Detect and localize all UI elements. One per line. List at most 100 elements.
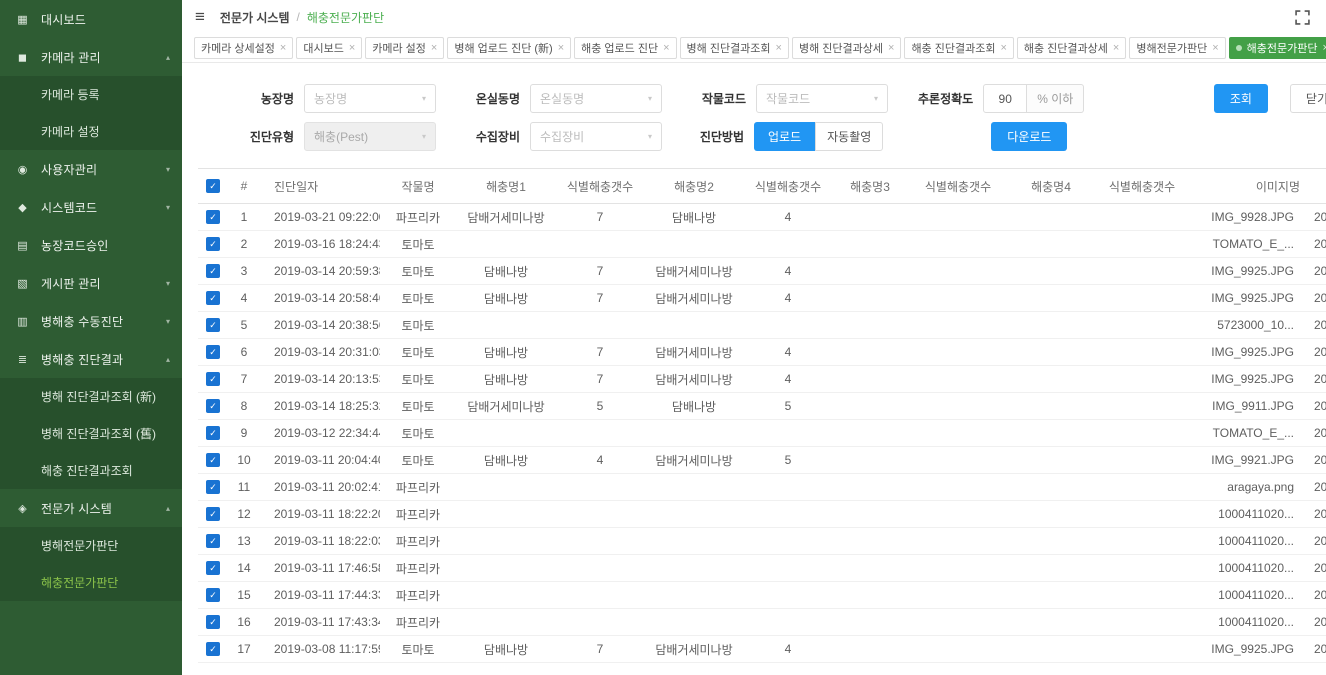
row-checkbox[interactable] [206,561,220,575]
auto-capture-method-button[interactable]: 자동촬영 [815,122,883,151]
hamburger-menu-icon[interactable]: ≡ [195,7,205,27]
table-row[interactable]: 152019-03-11 17:44:33파프리카1000411020...20… [198,582,1326,609]
sidebar-item-2[interactable]: ◉사용자관리▾ [0,150,182,188]
sidebar-item-8[interactable]: ◈전문가 시스템▴ [0,489,182,527]
table-row[interactable]: 22019-03-16 18:24:43토마토TOMATO_E_...2019 [198,231,1326,258]
cell [644,231,744,258]
table-row[interactable]: 132019-03-11 18:22:03파프리카1000411020...20… [198,528,1326,555]
table-row[interactable]: 112019-03-11 20:02:41파프리카aragaya.png201 [198,474,1326,501]
row-checkbox[interactable] [206,426,220,440]
table-row[interactable]: 122019-03-11 18:22:20파프리카1000411020...20… [198,501,1326,528]
cell: 16 [228,609,260,636]
tab-bar: 카메라 상세설정×대시보드×카메라 설정×병해 업로드 진단 (新)×해충 업로… [182,34,1326,63]
table-row[interactable]: 162019-03-11 17:43:34파프리카1000411020...20… [198,609,1326,636]
sidebar-subitem-8-1[interactable]: 해충전문가판단 [0,564,182,601]
table-row[interactable]: 52019-03-14 20:38:56토마토5723000_10...201 [198,312,1326,339]
table-row[interactable]: 62019-03-14 20:31:03토마토담배나방7담배거세미나방4IMG_… [198,339,1326,366]
sidebar-subitem-1-0[interactable]: 카메라 등록 [0,76,182,113]
table-row[interactable]: 12019-03-21 09:22:00파프리카담배거세미나방7담배나방4IMG… [198,204,1326,231]
cell: 파프리카 [380,582,456,609]
close-button[interactable]: 닫기 [1290,84,1326,113]
row-checkbox[interactable] [206,588,220,602]
cell [832,582,908,609]
tab-close-icon[interactable]: × [1212,43,1218,54]
row-checkbox[interactable] [206,372,220,386]
row-checkbox[interactable] [206,345,220,359]
cell: 4 [744,285,832,312]
diagnosis-type-select[interactable]: 해충(Pest) ▾ [304,122,436,151]
sidebar-subitem-7-2[interactable]: 해충 진단결과조회 [0,452,182,489]
device-select[interactable]: 수집장비 ▾ [530,122,662,151]
row-checkbox[interactable] [206,318,220,332]
tab-9[interactable]: 병해전문가판단× [1129,37,1225,59]
table-row[interactable]: 42019-03-14 20:58:46토마토담배나방7담배거세미나방4IMG_… [198,285,1326,312]
table-row[interactable]: 32019-03-14 20:59:38토마토담배나방7담배거세미나방4IMG_… [198,258,1326,285]
sidebar-item-1[interactable]: ◼카메라 관리▴ [0,38,182,76]
crop-code-select[interactable]: 작물코드 ▾ [756,84,888,113]
tab-close-icon[interactable]: × [349,43,355,54]
tab-7[interactable]: 해충 진단결과조회× [904,37,1013,59]
cell [744,528,832,555]
sidebar-item-6[interactable]: ▥병해충 수동진단▾ [0,302,182,340]
row-checkbox[interactable] [206,237,220,251]
tab-10[interactable]: 해충전문가판단× [1229,37,1326,59]
table-row[interactable]: 102019-03-11 20:04:40토마토담배나방4담배거세미나방5IMG… [198,447,1326,474]
search-button[interactable]: 조회 [1214,84,1268,113]
sidebar-subitem-7-0[interactable]: 병해 진단결과조회 (新) [0,378,182,415]
table-row[interactable]: 72019-03-14 20:13:53토마토담배나방7담배거세미나방4IMG_… [198,366,1326,393]
sidebar-item-5[interactable]: ▧게시판 관리▾ [0,264,182,302]
tab-close-icon[interactable]: × [1113,43,1119,54]
row-checkbox-cell [198,528,228,555]
download-button[interactable]: 다운로드 [991,122,1067,151]
table-row[interactable]: 82019-03-14 18:25:32토마토담배거세미나방5담배나방5IMG_… [198,393,1326,420]
tab-8[interactable]: 해충 진단결과상세× [1017,37,1126,59]
row-checkbox[interactable] [206,480,220,494]
device-select-value: 수집장비 [540,128,584,145]
table-row[interactable]: 92019-03-12 22:34:44토마토TOMATO_E_...2019 [198,420,1326,447]
select-all-checkbox[interactable] [206,179,220,193]
row-checkbox-cell [198,285,228,312]
sidebar-item-0[interactable]: ▦대시보드 [0,0,182,38]
farm-name-select[interactable]: 농장명 ▾ [304,84,436,113]
fullscreen-icon[interactable] [1295,10,1310,25]
tab-4[interactable]: 해충 업로드 진단× [574,37,676,59]
row-checkbox[interactable] [206,399,220,413]
row-checkbox[interactable] [206,210,220,224]
tab-3[interactable]: 병해 업로드 진단 (新)× [447,37,571,59]
table-row[interactable]: 172019-03-08 11:17:59토마토담배나방7담배거세미나방4IMG… [198,636,1326,663]
sidebar-subitem-8-0[interactable]: 병해전문가판단 [0,527,182,564]
sidebar-subitem-1-1[interactable]: 카메라 설정 [0,113,182,150]
tab-close-icon[interactable]: × [776,43,782,54]
row-checkbox[interactable] [206,291,220,305]
tab-close-icon[interactable]: × [888,43,894,54]
table-row[interactable]: 142019-03-11 17:46:58파프리카1000411020...20… [198,555,1326,582]
tab-close-icon[interactable]: × [280,43,286,54]
sidebar-item-7[interactable]: ≣병해충 진단결과▴ [0,340,182,378]
row-checkbox[interactable] [206,453,220,467]
row-checkbox[interactable] [206,615,220,629]
cell: 2019-03-12 22:34:44 [260,420,380,447]
accuracy-input[interactable] [983,84,1027,113]
tab-6[interactable]: 병해 진단결과상세× [792,37,901,59]
sidebar-item-3[interactable]: ◆시스템코드▾ [0,188,182,226]
tab-close-icon[interactable]: × [431,43,437,54]
row-checkbox[interactable] [206,642,220,656]
tab-close-icon[interactable]: × [1322,43,1326,54]
sidebar-subitem-7-1[interactable]: 병해 진단결과조회 (舊) [0,415,182,452]
tab-2[interactable]: 카메라 설정× [365,37,444,59]
row-checkbox[interactable] [206,264,220,278]
greenhouse-select[interactable]: 온실동명 ▾ [530,84,662,113]
sidebar-item-label: 카메라 관리 [41,49,166,66]
tab-close-icon[interactable]: × [558,43,564,54]
tab-1[interactable]: 대시보드× [296,37,362,59]
row-checkbox[interactable] [206,507,220,521]
tab-5[interactable]: 병해 진단결과조회× [680,37,789,59]
sidebar-item-4[interactable]: ▤농장코드승인 [0,226,182,264]
tab-close-icon[interactable]: × [663,43,669,54]
cell: 담배나방 [456,447,556,474]
tab-0[interactable]: 카메라 상세설정× [194,37,293,59]
breadcrumb-root: 전문가 시스템 [220,9,290,26]
upload-method-button[interactable]: 업로드 [754,122,815,151]
row-checkbox[interactable] [206,534,220,548]
tab-close-icon[interactable]: × [1000,43,1006,54]
